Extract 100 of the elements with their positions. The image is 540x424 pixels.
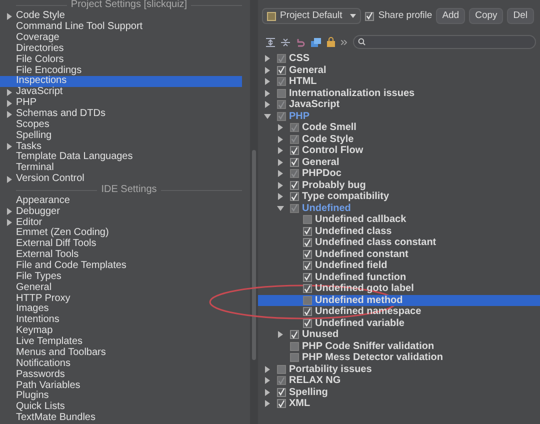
sidebar-item[interactable]: External Tools <box>0 250 242 261</box>
search-field[interactable] <box>353 35 536 49</box>
sidebar-item[interactable]: File and Code Templates <box>0 260 242 272</box>
inspection-row[interactable]: CSS <box>258 53 540 64</box>
inspection-row[interactable]: Unused <box>258 329 540 340</box>
sidebar-item[interactable]: File Colors <box>0 54 242 66</box>
expand-arrow-icon[interactable] <box>264 377 271 384</box>
inspection-row[interactable]: Undefined method <box>258 294 540 306</box>
copy-icon[interactable] <box>311 38 321 46</box>
inspection-row[interactable]: PHP Mess Detector validation <box>258 352 540 364</box>
inspection-row[interactable]: Control Flow <box>258 145 540 156</box>
expand-arrow-icon[interactable] <box>264 78 271 86</box>
inspection-row[interactable]: Internationalization issues <box>258 88 540 99</box>
share-profile-checkbox[interactable]: Share profile <box>365 8 432 24</box>
expand-arrow-icon[interactable] <box>277 124 284 132</box>
sidebar-item[interactable]: Menus and Toolbars <box>0 348 242 358</box>
profile-button[interactable]: Copy <box>469 8 504 24</box>
collapse-arrow-icon[interactable] <box>264 112 271 120</box>
inspection-row[interactable]: Code Smell <box>258 122 540 134</box>
expand-arrow-icon[interactable] <box>277 158 284 166</box>
sidebar-item[interactable]: Code Style <box>0 10 242 22</box>
inspection-row[interactable]: Undefined variable <box>258 318 540 329</box>
expand-arrow-icon[interactable] <box>6 110 13 118</box>
inspection-row[interactable]: Undefined constant <box>258 248 540 260</box>
sidebar-item[interactable]: Inspections <box>0 76 242 87</box>
sidebar-item[interactable]: Directories <box>0 43 242 54</box>
sidebar-item[interactable]: Keymap <box>0 326 242 337</box>
sidebar-item[interactable]: File Encodings <box>0 65 242 76</box>
inspection-row[interactable]: Portability issues <box>258 364 540 375</box>
sidebar-item[interactable]: Images <box>0 304 242 315</box>
sidebar-item[interactable]: Quick Lists <box>0 402 242 413</box>
inspection-row[interactable]: PHPDoc <box>258 168 540 180</box>
checkbox[interactable] <box>365 12 374 20</box>
checkbox[interactable] <box>303 215 312 224</box>
sidebar-item[interactable]: Coverage <box>0 32 242 44</box>
inspection-row[interactable]: Undefined class <box>258 226 540 237</box>
inspection-row[interactable]: Spelling <box>258 386 540 398</box>
inspection-row[interactable]: PHP <box>258 110 540 122</box>
sidebar-item[interactable]: Passwords <box>0 369 242 380</box>
inspection-row[interactable]: HTML <box>258 76 540 88</box>
inspection-row[interactable]: General <box>258 64 540 76</box>
profile-button[interactable]: Add <box>436 8 466 24</box>
sidebar-item[interactable]: External Diff Tools <box>0 238 242 250</box>
inspection-row[interactable]: PHP Code Sniffer validation <box>258 340 540 352</box>
expand-arrow-icon[interactable] <box>6 176 13 183</box>
expand-arrow-icon[interactable] <box>277 136 284 143</box>
profile-button[interactable]: Del <box>507 8 534 24</box>
sidebar-item[interactable]: TextMate Bundles <box>0 412 242 424</box>
sidebar-item[interactable]: Notifications <box>0 358 242 370</box>
sidebar-item[interactable]: General <box>0 282 242 294</box>
sidebar-item[interactable]: Schemas and DTDs <box>0 108 242 120</box>
expand-arrow-icon[interactable] <box>277 331 284 338</box>
sidebar-item[interactable]: HTTP Proxy <box>0 293 242 304</box>
checkbox[interactable] <box>277 88 286 98</box>
expand-arrow-icon[interactable] <box>264 101 271 108</box>
inspection-row[interactable]: Undefined callback <box>258 214 540 226</box>
sidebar-item[interactable]: Appearance <box>0 195 242 206</box>
inspection-row[interactable]: Undefined <box>258 202 540 214</box>
sidebar-item[interactable]: Plugins <box>0 390 242 402</box>
inspection-row[interactable]: Code Style <box>258 134 540 145</box>
expand-arrow-icon[interactable] <box>6 100 13 107</box>
sidebar-item[interactable]: Emmet (Zen Coding) <box>0 228 242 239</box>
inspection-row[interactable]: RELAX NG <box>258 375 540 386</box>
undo-icon[interactable] <box>296 38 305 46</box>
inspection-row[interactable]: Undefined function <box>258 272 540 283</box>
expand-arrow-icon[interactable] <box>264 90 271 97</box>
sidebar-item[interactable]: Version Control <box>0 174 242 185</box>
expand-all-icon[interactable] <box>266 38 275 46</box>
sidebar-item[interactable]: Live Templates <box>0 336 242 348</box>
profile-dropdown[interactable]: Project Default <box>262 8 362 24</box>
checkbox[interactable] <box>303 296 312 305</box>
sidebar-item[interactable]: Intentions <box>0 314 242 326</box>
sidebar-item[interactable]: Path Variables <box>0 380 242 391</box>
expand-arrow-icon[interactable] <box>264 366 271 373</box>
expand-arrow-icon[interactable] <box>264 388 271 396</box>
expand-arrow-icon[interactable] <box>264 55 271 62</box>
inspection-row[interactable]: XML <box>258 398 540 410</box>
sidebar-item[interactable]: Terminal <box>0 162 242 174</box>
collapse-all-icon[interactable] <box>281 38 290 46</box>
sidebar-item[interactable]: Tasks <box>0 141 242 152</box>
sidebar-item[interactable]: JavaScript <box>0 86 242 98</box>
more-chevrons-icon[interactable] <box>341 40 347 44</box>
inspection-row[interactable]: JavaScript <box>258 99 540 110</box>
inspection-row[interactable]: Undefined class constant <box>258 237 540 248</box>
sidebar-item[interactable]: File Types <box>0 271 242 282</box>
lock-icon[interactable] <box>327 37 335 47</box>
expand-arrow-icon[interactable] <box>6 219 13 226</box>
inspection-row[interactable]: Probably bug <box>258 180 540 191</box>
expand-arrow-icon[interactable] <box>277 147 284 154</box>
checkbox[interactable] <box>290 353 299 362</box>
expand-arrow-icon[interactable] <box>6 208 13 216</box>
expand-arrow-icon[interactable] <box>264 66 271 74</box>
inspection-row[interactable]: Undefined field <box>258 260 540 272</box>
checkbox[interactable] <box>277 364 286 374</box>
expand-arrow-icon[interactable] <box>6 143 13 150</box>
expand-arrow-icon[interactable] <box>277 182 284 189</box>
collapse-arrow-icon[interactable] <box>277 204 284 212</box>
inspection-row[interactable]: Type compatibility <box>258 191 540 202</box>
checkbox[interactable] <box>290 342 299 351</box>
expand-arrow-icon[interactable] <box>6 12 13 20</box>
